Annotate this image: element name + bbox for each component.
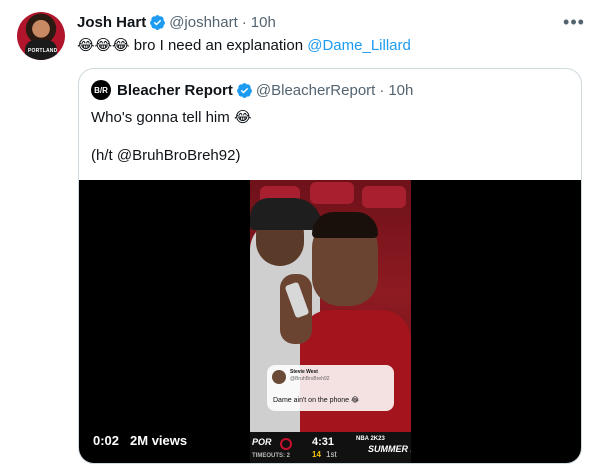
author-avatar[interactable]: PORTLAND xyxy=(17,12,65,60)
background-person-cap xyxy=(250,198,322,230)
score-bug: POR TIMEOUTS: 2 4:31 14 1st NBA 2K23 SUM… xyxy=(250,432,411,463)
score-bug-shot-clock: 14 xyxy=(312,450,321,459)
arena-seat xyxy=(310,182,354,204)
embedded-tweet-overlay: Stevie West @BruhBroBreh92 Dame ain't on… xyxy=(267,365,394,411)
overlay-avatar xyxy=(272,370,286,384)
quoted-tweet[interactable]: B/R Bleacher Report @BleacherReport · 10… xyxy=(78,68,582,464)
score-bug-timeouts: TIMEOUTS: 2 xyxy=(252,453,291,459)
bleacher-report-avatar: B/R xyxy=(91,80,111,100)
more-options-icon[interactable]: ••• xyxy=(562,12,586,32)
tweet-time[interactable]: 10h xyxy=(251,14,276,31)
tweet[interactable]: PORTLAND Josh Hart @joshhart · 10h ••• 😂… xyxy=(0,0,598,467)
overlay-name: Stevie West xyxy=(290,369,318,375)
video-elapsed-time: 0:02 xyxy=(93,433,120,448)
verified-badge-icon xyxy=(236,82,252,98)
avatar-jersey-text: PORTLAND xyxy=(28,48,58,54)
author-handle[interactable]: @joshhart xyxy=(169,14,238,31)
tweet-text: 😂😂😂 bro I need an explanation @Dame_Lill… xyxy=(77,35,411,56)
laughing-emoji-group: 😂😂😂 xyxy=(77,36,130,54)
score-bug-brand: NBA 2K23 xyxy=(356,436,385,442)
video-player[interactable]: Stevie West @BruhBroBreh92 Dame ain't on… xyxy=(79,180,581,463)
score-bug-team: POR xyxy=(252,437,272,447)
team-logo-icon xyxy=(280,438,292,450)
quoted-author-handle: @BleacherReport xyxy=(255,81,376,99)
score-bug-league: SUMMER LEA xyxy=(368,444,411,454)
tweet-body-text: bro I need an explanation xyxy=(129,37,308,54)
quoted-text-line1: Who's gonna tell him xyxy=(91,109,234,126)
score-bug-clock: 4:31 xyxy=(312,436,335,448)
player-hair xyxy=(312,212,378,238)
video-meta: 0:02 2M views xyxy=(93,433,198,448)
video-frame: Stevie West @BruhBroBreh92 Dame ain't on… xyxy=(250,180,411,463)
overlay-text: Dame ain't on the phone 😂 xyxy=(273,397,360,404)
separator-dot: · xyxy=(379,81,385,99)
quoted-tweet-time: 10h xyxy=(388,81,414,99)
laughing-emoji: 😂 xyxy=(233,108,252,126)
arena-seat xyxy=(362,186,406,208)
quoted-tweet-header: B/R Bleacher Report @BleacherReport · 10… xyxy=(91,79,413,101)
mention-link[interactable]: @Dame_Lillard xyxy=(307,37,411,54)
quoted-author-name: Bleacher Report xyxy=(117,81,233,99)
tweet-header: Josh Hart @joshhart · 10h xyxy=(77,12,276,32)
author-name[interactable]: Josh Hart xyxy=(77,14,146,31)
separator-dot: · xyxy=(241,13,247,31)
quoted-tweet-text: Who's gonna tell him 😂 xyxy=(91,107,251,128)
video-view-count: 2M views xyxy=(130,433,188,448)
score-bug-period: 1st xyxy=(326,450,337,459)
quoted-tweet-credit: (h/t @BruhBroBreh92) xyxy=(91,147,241,164)
overlay-handle: @BruhBroBreh92 xyxy=(290,376,330,382)
verified-badge-icon xyxy=(150,14,166,30)
